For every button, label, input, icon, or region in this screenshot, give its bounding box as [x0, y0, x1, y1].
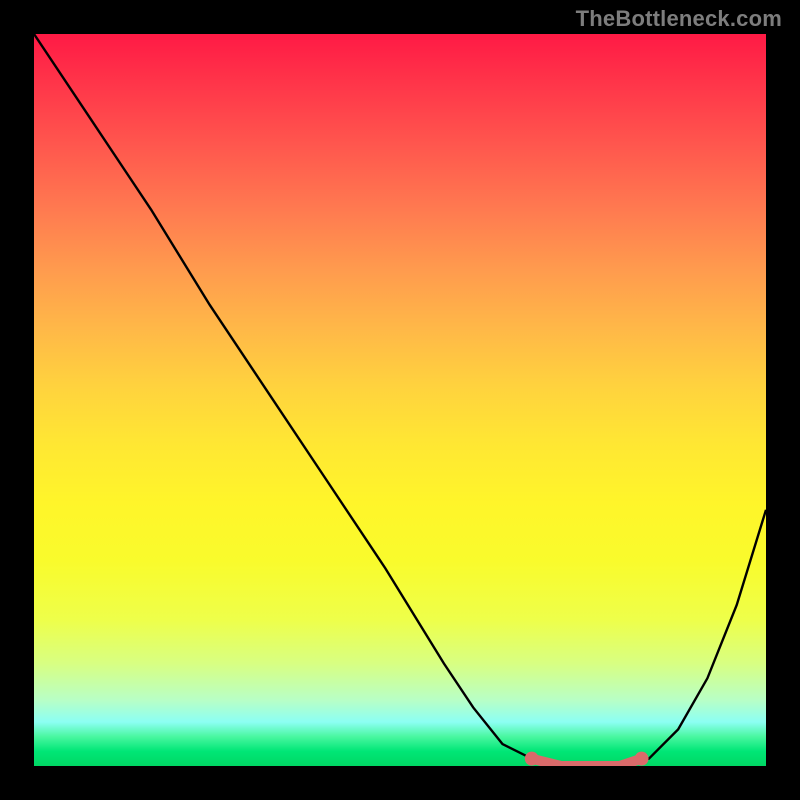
- sweet-spot-line: [532, 759, 642, 766]
- curve-line: [34, 34, 766, 766]
- sweet-spot-endpoint-left: [525, 752, 539, 766]
- bottleneck-curve: [34, 34, 766, 766]
- sweet-spot-band: [525, 752, 649, 766]
- chart-plot-area: [34, 34, 766, 766]
- chart-frame: TheBottleneck.com: [0, 0, 800, 800]
- sweet-spot-endpoint-right: [635, 752, 649, 766]
- chart-svg: [34, 34, 766, 766]
- watermark-text: TheBottleneck.com: [576, 6, 782, 32]
